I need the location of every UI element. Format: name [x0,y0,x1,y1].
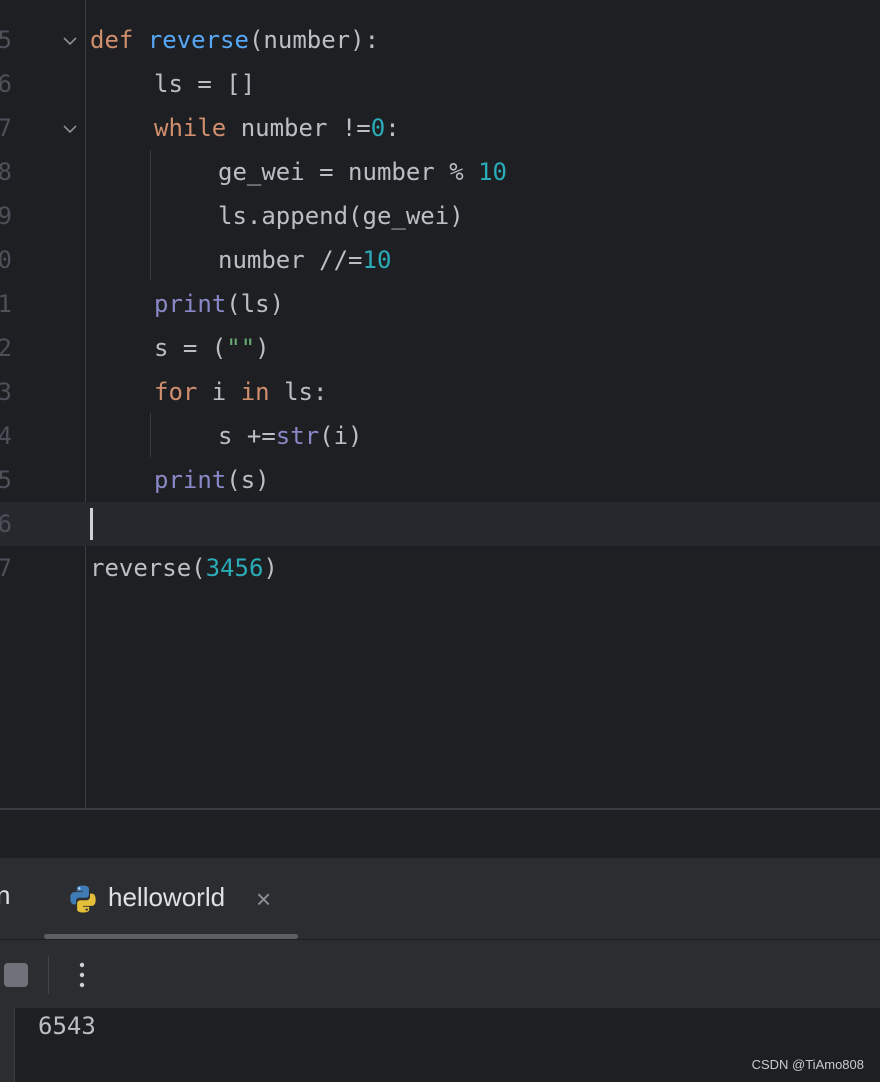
code-line[interactable]: 6 ls = [] [0,62,880,106]
code-token: for [154,378,198,406]
line-number: 0 [0,246,12,274]
code-token: ge_wei = number % [218,158,479,186]
code-token: (number): [248,26,380,54]
code-line[interactable]: 5 print(s) [0,458,880,502]
code-line[interactable]: 7 while number !=0: [0,106,880,150]
code-token: print [154,290,227,318]
code-token: : [385,114,400,142]
line-number: 6 [0,510,12,538]
code-line[interactable]: 9 ls.append(ge_wei) [0,194,880,238]
code-line[interactable]: 0 number //=10 [0,238,880,282]
text-caret [90,508,93,540]
code-token: def [90,26,134,54]
code-text: print(ls) [154,282,284,326]
run-toolbar [0,940,880,1008]
code-text: print(s) [154,458,270,502]
editor-bottom-strip [0,810,880,858]
line-number: 5 [0,26,12,54]
code-line[interactable]: 5 def reverse(number): [0,18,880,62]
toolbar-separator [48,956,49,994]
code-text: ls = [] [154,62,255,106]
indent-guide [150,413,151,457]
code-text: def reverse(number): [90,18,379,62]
code-line[interactable]: 7 reverse(3456) [0,546,880,590]
code-line[interactable]: 6 [0,502,880,546]
line-number: 4 [0,422,12,450]
line-number: 1 [0,290,12,318]
more-options-icon[interactable] [73,960,91,990]
line-number: 6 [0,70,12,98]
line-number: 5 [0,466,12,494]
console-gutter [0,1008,15,1082]
code-token: ls: [269,378,328,406]
tab-run-partial[interactable]: n [0,880,10,911]
run-console[interactable]: 6543 CSDN @TiAmo808 [0,1008,880,1082]
code-token: (i) [319,422,363,450]
fold-chevron-icon[interactable] [62,121,78,137]
code-token: number != [226,114,371,142]
code-token: while [154,114,227,142]
code-token: 10 [478,158,507,186]
python-icon [70,885,96,913]
code-text: ge_wei = number % 10 [218,150,507,194]
code-text: number //=10 [218,238,391,282]
code-token: in [240,378,270,406]
run-tab-bar: n helloworld × [0,858,880,940]
code-token: (s) [226,466,270,494]
console-output: 6543 [38,1012,96,1040]
fold-chevron-icon[interactable] [62,33,78,49]
code-text: while number !=0: [154,106,400,150]
code-line[interactable]: 8 ge_wei = number % 10 [0,150,880,194]
line-number: 7 [0,114,12,142]
code-token: reverse [147,26,249,54]
code-line[interactable]: 4 s +=str(i) [0,414,880,458]
line-number: 7 [0,554,12,582]
close-icon[interactable]: × [256,886,271,912]
code-token: 0 [370,114,386,142]
code-token: reverse( [90,554,206,582]
watermark: CSDN @TiAmo808 [751,1057,864,1072]
code-token: number //= [218,246,363,274]
line-number: 2 [0,334,12,362]
code-line[interactable]: 3 for i in ls: [0,370,880,414]
code-text: s = ("") [154,326,270,370]
code-token: ) [255,334,270,362]
line-number: 8 [0,158,12,186]
code-text: s +=str(i) [218,414,363,458]
stop-icon[interactable] [4,963,28,987]
code-token: ls.append(ge_wei) [218,202,464,230]
indent-guide [150,150,151,280]
code-text: ls.append(ge_wei) [218,194,464,238]
code-token: "" [226,334,256,362]
code-token: s = ( [154,334,227,362]
code-token: (ls) [226,290,285,318]
tab-helloworld[interactable]: helloworld [108,882,225,913]
code-line[interactable]: 1 print(ls) [0,282,880,326]
code-token: 3456 [205,554,264,582]
code-token: i [197,378,241,406]
code-token: ls = [] [154,70,256,98]
line-number: 3 [0,378,12,406]
code-token: str [275,422,320,450]
code-editor[interactable]: 5 def reverse(number): 6 ls = [] 7 while numb… [0,0,880,808]
code-line[interactable]: 2 s = ("") [0,326,880,370]
code-text: reverse(3456) [90,546,278,590]
line-number: 9 [0,202,12,230]
code-text: for i in ls: [154,370,327,414]
code-token: s += [218,422,276,450]
code-token: print [154,466,227,494]
code-token: ) [263,554,278,582]
code-token: 10 [362,246,392,274]
